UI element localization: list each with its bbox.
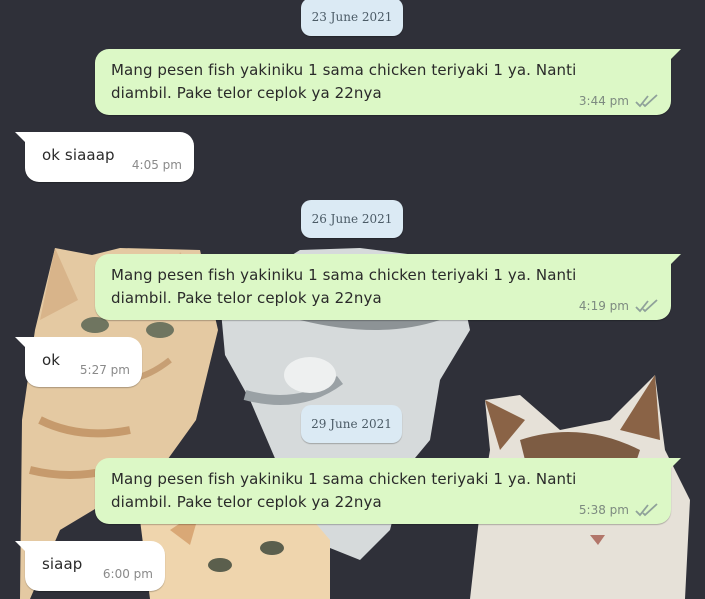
incoming-message[interactable]: siaap 6:00 pm [15, 541, 165, 591]
incoming-message[interactable]: ok siaaap 4:05 pm [15, 132, 194, 182]
message-meta: 4:05 pm [132, 158, 182, 172]
date-label: 26 June 2021 [311, 212, 393, 226]
date-label: 29 June 2021 [311, 417, 392, 431]
message-meta: 6:00 pm [103, 567, 153, 581]
date-separator: 23 June 2021 [301, 0, 403, 36]
message-meta: 4:19 pm [579, 299, 659, 313]
message-text: ok siaaap [42, 146, 115, 164]
incoming-message[interactable]: ok 5:27 pm [15, 337, 142, 387]
message-time: 5:38 pm [578, 503, 629, 517]
read-double-check-icon [635, 503, 658, 517]
message-text: siaap [42, 555, 83, 573]
date-separator: 29 June 2021 [301, 405, 402, 443]
date-separator: 26 June 2021 [301, 200, 403, 238]
message-time: 6:00 pm [102, 567, 153, 581]
message-time: 4:05 pm [131, 158, 182, 172]
chat-thread: 23 June 2021 Mang pesen fish yakiniku 1 … [0, 0, 705, 599]
outgoing-message[interactable]: Mang pesen fish yakiniku 1 sama chicken … [95, 49, 681, 115]
message-time: 3:44 pm [578, 94, 629, 108]
message-meta: 5:38 pm [579, 503, 659, 517]
message-time: 5:27 pm [79, 363, 130, 377]
message-time: 4:19 pm [578, 299, 629, 313]
outgoing-message[interactable]: Mang pesen fish yakiniku 1 sama chicken … [95, 458, 681, 524]
date-label: 23 June 2021 [311, 10, 393, 24]
message-text: Mang pesen fish yakiniku 1 sama chicken … [111, 470, 577, 511]
read-double-check-icon [635, 94, 658, 108]
message-meta: 3:44 pm [579, 94, 659, 108]
message-meta: 5:27 pm [80, 363, 130, 377]
message-text: Mang pesen fish yakiniku 1 sama chicken … [111, 266, 577, 307]
read-double-check-icon [635, 299, 658, 313]
message-text: ok [42, 351, 61, 369]
outgoing-message[interactable]: Mang pesen fish yakiniku 1 sama chicken … [95, 254, 681, 320]
message-text: Mang pesen fish yakiniku 1 sama chicken … [111, 61, 577, 102]
